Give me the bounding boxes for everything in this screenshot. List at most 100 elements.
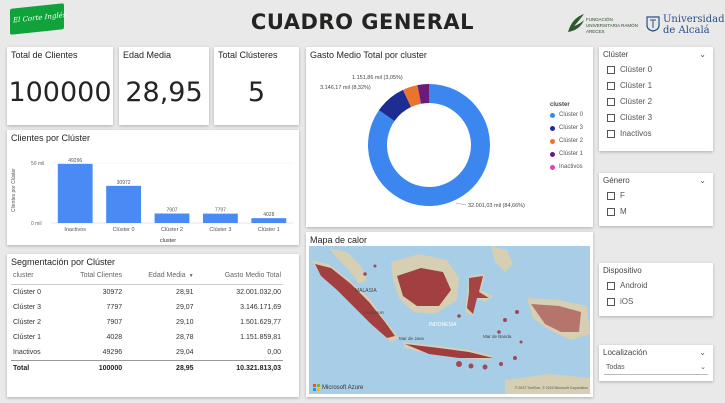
table-row[interactable]: Clúster 2 7907 29,10 1.501.629,77 [11, 315, 283, 330]
checkbox-icon[interactable] [607, 65, 615, 74]
cell-gasto: 1.151.859,81 [240, 334, 281, 341]
col-header-total-clientes[interactable]: Total Clientes [57, 270, 125, 285]
legend-label: Clúster 0 [559, 112, 584, 118]
table-row[interactable]: Clúster 0 30972 28,91 32.001.032,00 [11, 285, 283, 301]
segmentation-table: cluster Total Clientes Edad Media ▼ Gasto… [11, 270, 283, 376]
legend-label: Clúster 3 [559, 125, 584, 131]
slicer-dispositivo[interactable]: Dispositivo Android iOS [599, 263, 713, 316]
checkbox-icon[interactable] [607, 191, 615, 200]
bar-2[interactable] [154, 213, 190, 223]
legend-item[interactable]: Clúster 3 [550, 125, 583, 131]
slicer-menu-icon[interactable]: ⌄ [699, 50, 706, 59]
kpi-total-clientes[interactable]: Total de Clientes 100000 [7, 47, 113, 125]
kpi-edad-media[interactable]: Edad Media 28,95 [119, 47, 209, 125]
slicer-option[interactable]: iOS [607, 297, 633, 306]
bar-0[interactable] [57, 163, 93, 223]
ramon-areces-logo: FUNDACIÓN UNIVERSITARIA RAMÓN ARECES [566, 12, 640, 34]
cell-edad: 29,07 [176, 304, 194, 311]
col-header-edad-media[interactable]: Edad Media ▼ [124, 270, 196, 285]
checkbox-icon[interactable] [607, 81, 615, 90]
bar-data-label: 7797 [215, 208, 226, 214]
slicer-menu-icon[interactable]: ⌄ [699, 176, 706, 185]
slicer-option[interactable]: Clúster 0 [607, 65, 652, 74]
cell-total: 49296 [102, 349, 123, 356]
checkbox-icon[interactable] [607, 97, 615, 106]
kpi-title: Total de Clientes [11, 50, 78, 60]
slicer-title: Dispositivo [603, 266, 642, 275]
table-row[interactable]: Clúster 1 4028 28,78 1.151.859,81 [11, 330, 283, 345]
legend-item[interactable]: Inactivos [550, 164, 583, 170]
segmentation-table-card[interactable]: Segmentación por Clúster cluster Total C… [7, 254, 299, 397]
slicer-cluster[interactable]: Clúster ⌄ Clúster 0 Clúster 1 Clúster 2 … [599, 47, 713, 151]
cell-cluster: Clúster 3 [13, 304, 42, 311]
cell-edad: 28,78 [176, 334, 194, 341]
table-total-row: Total 100000 28,95 10.321.813,03 [11, 360, 283, 376]
slicer-option[interactable]: Android [607, 281, 648, 290]
kpi-title: Total Clústeres [218, 50, 278, 60]
checkbox-icon[interactable] [607, 297, 615, 306]
legend-dot-icon [550, 164, 555, 170]
slicer-menu-icon[interactable]: ⌄ [699, 348, 706, 357]
cell-total: 30972 [102, 289, 123, 296]
cell-gasto: 3.146.171,69 [240, 304, 281, 311]
slicer-option[interactable]: Clúster 1 [607, 81, 652, 90]
cell-cluster: Clúster 1 [13, 334, 42, 341]
col-header-cluster[interactable]: cluster [11, 270, 58, 285]
sort-desc-icon: ▼ [188, 273, 194, 279]
map-attribution: Microsoft Azure [313, 384, 363, 391]
ramon-areces-text: FUNDACIÓN UNIVERSITARIA RAMÓN ARECES [586, 17, 638, 34]
table-row[interactable]: Inactivos 49296 29,04 0,00 [11, 345, 283, 361]
kpi-total-clusters[interactable]: Total Clústeres 5 [214, 47, 299, 125]
cell-edad: 29,10 [176, 319, 194, 326]
checkbox-icon[interactable] [607, 207, 615, 216]
col-header-gasto-medio[interactable]: Gasto Medio Total [195, 270, 283, 285]
bar-4[interactable] [251, 218, 287, 223]
bar-1[interactable] [106, 185, 142, 223]
cell-edad: 29,04 [176, 349, 194, 356]
cell-gasto: 32.001.032,00 [236, 289, 281, 296]
y-tick-bottom: 0 mil [31, 221, 42, 227]
cell-gasto: 10.321.813,03 [195, 360, 283, 376]
checkbox-icon[interactable] [607, 129, 615, 138]
map-attribution-text: Microsoft Azure [322, 384, 364, 391]
cell-edad: 28,95 [124, 360, 196, 376]
legend-item[interactable]: Clúster 2 [550, 138, 583, 144]
dropdown-value: Todas [606, 364, 625, 371]
uah-text-line2: de Alcalá [663, 25, 710, 36]
donut-chart-card[interactable]: Gasto Medio Total por cluster 1.151,86 m… [306, 47, 593, 227]
localizacion-dropdown[interactable]: Todas ⌄ [604, 362, 708, 375]
uah-shield-icon [646, 16, 660, 32]
checkbox-icon[interactable] [607, 113, 615, 122]
slicer-option[interactable]: Clúster 3 [607, 113, 652, 122]
checkbox-icon[interactable] [607, 281, 615, 290]
cell-cluster: Inactivos [13, 349, 41, 356]
slicer-localizacion[interactable]: Localización ⌄ Todas ⌄ [599, 345, 713, 381]
slicer-option[interactable]: F [607, 191, 625, 200]
bar-category-label: Inactivos [64, 227, 86, 233]
cell-total-label: Total [11, 360, 58, 376]
bar-chart-card[interactable]: Clientes por Clúster Clientes por Clúste… [7, 130, 299, 245]
legend-item[interactable]: Clúster 0 [550, 112, 583, 118]
cell-cluster: Clúster 2 [13, 319, 42, 326]
slicer-genero[interactable]: Género ⌄ F M [599, 173, 713, 226]
bar-data-label: 49296 [68, 158, 82, 164]
legend-item[interactable]: Clúster 1 [550, 151, 583, 157]
table-title: Segmentación por Clúster [11, 257, 116, 267]
table-row[interactable]: Clúster 3 7797 29,07 3.146.171,69 [11, 300, 283, 315]
map-label-singapur: SINGAPUR [363, 310, 384, 315]
slicer-option[interactable]: Inactivos [607, 129, 652, 138]
leaf-icon [568, 14, 584, 32]
bar-data-label: 30972 [117, 180, 131, 186]
legend-dot-icon [550, 125, 555, 131]
bar-3[interactable] [202, 213, 238, 223]
kpi-value: 28,95 [125, 77, 203, 108]
cell-total: 7907 [106, 319, 123, 326]
cell-total: 7797 [106, 304, 123, 311]
slicer-option[interactable]: M [607, 207, 627, 216]
heat-map[interactable]: MALASIA SINGAPUR INDONESIA Mar de Java M… [309, 246, 590, 394]
map-card[interactable]: Mapa de calor MALASIA SINGAPUR INDONESIA… [306, 232, 593, 397]
slicer-title: Clúster [603, 50, 629, 59]
philippines-land [491, 246, 513, 272]
kpi-value: 5 [247, 77, 266, 108]
slicer-option[interactable]: Clúster 2 [607, 97, 652, 106]
